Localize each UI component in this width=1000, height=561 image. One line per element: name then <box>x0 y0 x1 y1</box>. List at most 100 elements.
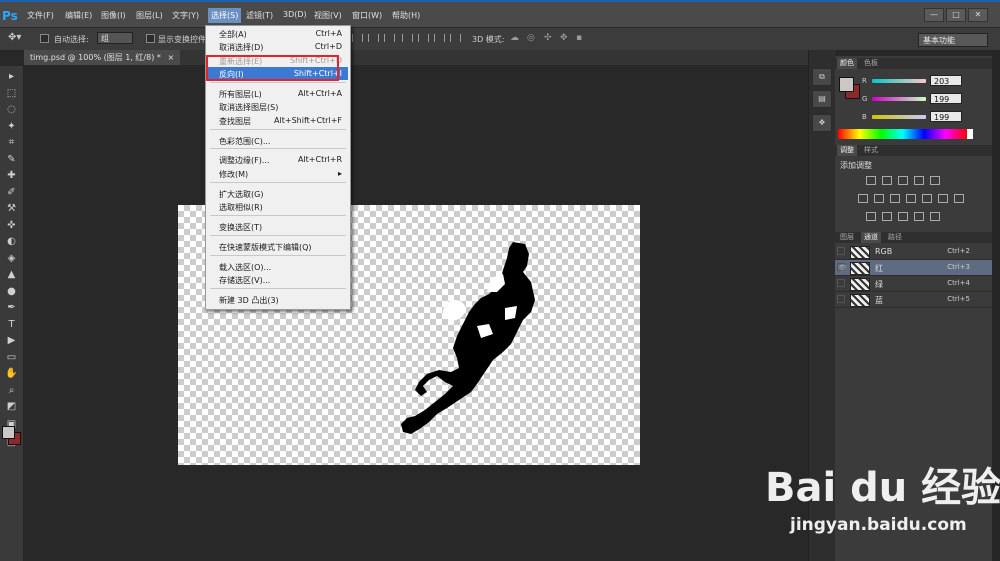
threshold-icon[interactable] <box>882 212 892 221</box>
white-swatch[interactable] <box>967 129 973 139</box>
gradient-tool-icon[interactable]: ◈ <box>4 252 19 266</box>
menu-3[interactable]: 图层(L) <box>136 10 163 21</box>
selective-color-icon[interactable] <box>914 212 924 221</box>
color-spectrum-bar[interactable] <box>838 129 967 139</box>
channel-row[interactable]: 👁 红 Ctrl+3 <box>835 260 992 276</box>
hand-tool-icon[interactable]: ✋ <box>4 367 19 381</box>
tab-channels[interactable]: 通道 <box>861 232 881 243</box>
history-panel-icon[interactable]: ⧉ <box>812 68 832 86</box>
align-icon[interactable] <box>352 34 363 42</box>
select-menu-item[interactable]: 修改(M) ▸ <box>206 167 348 180</box>
tab-close-icon[interactable]: × <box>167 53 174 62</box>
auto-select-checkbox[interactable] <box>40 34 49 43</box>
restore-button[interactable]: □ <box>946 8 966 22</box>
3d-rotate-icon[interactable]: ☁ <box>510 33 519 43</box>
show-transform-checkbox[interactable] <box>146 34 155 43</box>
toolbar-foreground-swatch[interactable] <box>2 426 15 439</box>
curves-icon[interactable] <box>898 176 908 185</box>
tab-styles[interactable]: 样式 <box>861 145 881 156</box>
distribute-icon[interactable] <box>418 34 429 42</box>
move-tool-icon[interactable]: ▸ <box>4 70 19 84</box>
crop-tool-icon[interactable]: ⌗ <box>4 136 19 150</box>
history-brush-icon[interactable]: ✜ <box>4 219 19 233</box>
visibility-eye-icon[interactable]: 👁 <box>837 263 847 272</box>
menu-5[interactable]: 选择(S) <box>208 8 242 23</box>
menu-6[interactable]: 滤镜(T) <box>246 10 273 21</box>
brightness-icon[interactable] <box>866 176 876 185</box>
tab-color[interactable]: 颜色 <box>837 58 857 69</box>
tab-adjustments[interactable]: 调整 <box>837 145 857 156</box>
zoom-tool-icon[interactable]: ⌕ <box>4 384 19 398</box>
visibility-eye-icon[interactable] <box>837 279 845 287</box>
3d-drag-icon[interactable]: ✣ <box>544 33 552 43</box>
foreground-color-swatch[interactable] <box>839 77 854 92</box>
3d-slide-icon[interactable]: ✥ <box>560 33 568 43</box>
channel-row[interactable]: 绿 Ctrl+4 <box>835 276 992 292</box>
channel-slider[interactable] <box>872 79 926 83</box>
lasso-tool-icon[interactable]: ◌ <box>4 103 19 117</box>
menu-0[interactable]: 文件(F) <box>27 10 54 21</box>
type-tool-icon[interactable]: T <box>4 318 19 332</box>
select-menu-item[interactable]: 所有图层(L) Alt+Ctrl+A <box>206 87 348 100</box>
minimize-button[interactable]: — <box>924 8 944 22</box>
channel-row[interactable]: 蓝 Ctrl+5 <box>835 292 992 308</box>
move-tool-icon[interactable]: ✥▾ <box>8 32 21 43</box>
select-menu-item[interactable]: 全部(A) Ctrl+A <box>206 27 348 40</box>
magic-wand-icon[interactable]: ✦ <box>4 120 19 134</box>
menu-2[interactable]: 图像(I) <box>101 10 126 21</box>
channel-value-field[interactable]: 203 <box>930 75 962 86</box>
menu-4[interactable]: 文字(Y) <box>172 10 199 21</box>
dodge-tool-icon[interactable]: ● <box>4 285 19 299</box>
channel-slider[interactable] <box>872 97 926 101</box>
3d-roll-icon[interactable]: ◎ <box>527 33 535 43</box>
workspace-dropdown[interactable]: 基本功能 <box>918 33 988 47</box>
color-swap-icon[interactable]: ◩ <box>4 400 19 414</box>
hue-icon[interactable] <box>858 194 868 203</box>
menu-9[interactable]: 窗口(W) <box>352 10 382 21</box>
marquee-tool-icon[interactable]: ⬚ <box>4 87 19 101</box>
distribute-icon[interactable] <box>434 34 445 42</box>
select-menu-item[interactable]: 调整边缘(F)... Alt+Ctrl+R <box>206 153 348 166</box>
brush-tool-icon[interactable]: ✐ <box>4 186 19 200</box>
visibility-eye-icon[interactable] <box>837 295 845 303</box>
select-menu-item[interactable]: 取消选择图层(S) <box>206 100 348 113</box>
menu-7[interactable]: 3D(D) <box>283 10 307 19</box>
vibrance-icon[interactable] <box>930 176 940 185</box>
exposure-icon[interactable] <box>914 176 924 185</box>
align-icon[interactable] <box>384 34 395 42</box>
pen-tool-icon[interactable]: ✒ <box>4 301 19 315</box>
menu-1[interactable]: 编辑(E) <box>65 10 92 21</box>
channel-value-field[interactable]: 199 <box>930 93 962 104</box>
posterize-icon[interactable] <box>866 212 876 221</box>
select-menu-item[interactable]: 存储选区(V)... <box>206 273 348 286</box>
eyedropper-icon[interactable]: ✎ <box>4 153 19 167</box>
distribute-icon[interactable] <box>402 34 413 42</box>
select-menu-item[interactable]: 扩大选取(G) <box>206 187 348 200</box>
auto-select-dropdown[interactable]: 组 <box>97 32 133 44</box>
document-tab[interactable]: timg.psd @ 100% (图层 1, 红/8) * × <box>24 50 180 65</box>
select-menu-item[interactable]: 新建 3D 凸出(3) <box>206 293 348 306</box>
close-button[interactable]: ✕ <box>968 8 988 22</box>
channel-mixer-icon[interactable] <box>922 194 932 203</box>
menu-10[interactable]: 帮助(H) <box>392 10 420 21</box>
3d-scale-icon[interactable]: ▪ <box>576 33 582 43</box>
color-lookup-icon[interactable] <box>938 194 948 203</box>
properties-panel-icon[interactable]: ▤ <box>812 90 832 108</box>
brush-panel-icon[interactable]: ❖ <box>812 114 832 132</box>
color-balance-icon[interactable] <box>874 194 884 203</box>
align-icon[interactable] <box>368 34 379 42</box>
levels-icon[interactable] <box>882 176 892 185</box>
channel-row[interactable]: RGB Ctrl+2 <box>835 244 992 260</box>
tab-paths[interactable]: 路径 <box>885 232 905 243</box>
channel-value-field[interactable]: 199 <box>930 111 962 122</box>
menu-8[interactable]: 视图(V) <box>314 10 342 21</box>
healing-brush-icon[interactable]: ✚ <box>4 169 19 183</box>
bw-icon[interactable] <box>890 194 900 203</box>
shape-tool-icon[interactable]: ▭ <box>4 351 19 365</box>
select-menu-item[interactable]: 取消选择(D) Ctrl+D <box>206 40 348 53</box>
channel-slider[interactable] <box>872 115 926 119</box>
path-select-icon[interactable]: ▶ <box>4 334 19 348</box>
eraser-tool-icon[interactable]: ◐ <box>4 235 19 249</box>
select-menu-item[interactable]: 在快速蒙版模式下编辑(Q) <box>206 240 348 253</box>
distribute-icon[interactable] <box>450 34 461 42</box>
